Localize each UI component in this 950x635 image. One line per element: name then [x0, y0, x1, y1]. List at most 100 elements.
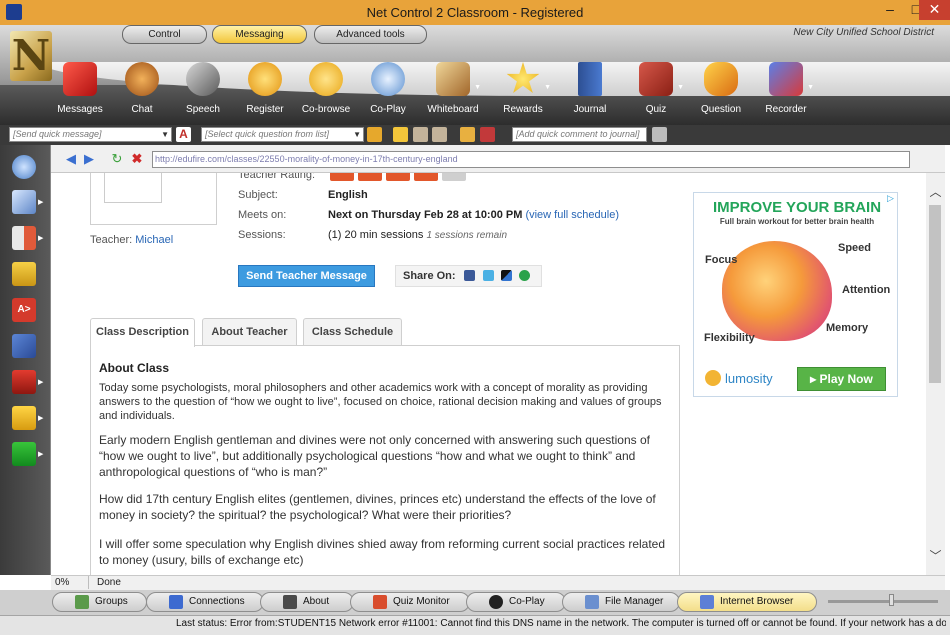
teacher-name-link[interactable]: Michael [135, 234, 173, 246]
chevron-right-icon[interactable]: ▶ [38, 414, 44, 422]
tool-co-browse[interactable]: Co-browse [294, 62, 358, 115]
tool-rewards[interactable]: Rewards ▼ [491, 62, 555, 115]
tool-journal[interactable]: Journal [558, 62, 622, 115]
tool-register[interactable]: Register [233, 62, 297, 115]
tab-internet-browser[interactable]: Internet Browser [677, 592, 817, 612]
scrollbar-thumb[interactable] [929, 205, 941, 383]
delicious-icon[interactable] [501, 270, 512, 281]
netcontrol-logo[interactable]: N [10, 31, 52, 81]
red-flag-icon[interactable] [12, 370, 36, 394]
tool-label: Speech [186, 104, 220, 115]
chevron-down-icon[interactable]: ▼ [807, 84, 814, 91]
chevron-down-icon[interactable]: ▼ [353, 128, 361, 141]
stumbleupon-icon[interactable] [519, 270, 530, 281]
monitor-icon[interactable] [12, 190, 36, 214]
chevron-right-icon[interactable]: ▶ [38, 198, 44, 206]
chevron-down-icon[interactable]: ▼ [677, 84, 684, 91]
reward-icon[interactable] [413, 127, 428, 142]
tab-advanced-tools[interactable]: Advanced tools [314, 25, 427, 44]
play-now-button[interactable]: ▸ Play Now [797, 367, 886, 391]
tool-quiz[interactable]: Quiz ▼ [624, 62, 688, 115]
lock-icon[interactable] [12, 262, 36, 286]
tool-question[interactable]: Question [689, 62, 753, 115]
address-bar[interactable]: http://edufire.com/classes/22550-moralit… [152, 151, 910, 168]
send-message-icon[interactable]: A [176, 127, 191, 142]
tab-file-manager[interactable]: File Manager [562, 592, 680, 612]
brain-image [722, 241, 832, 341]
refresh-icon[interactable] [12, 155, 36, 179]
tab-label: Connections [189, 596, 245, 607]
chevron-right-icon[interactable]: ▶ [38, 378, 44, 386]
ad-word-speed: Speed [838, 242, 872, 254]
scroll-up-icon[interactable]: ︿ [926, 183, 945, 200]
reward-icon[interactable] [432, 127, 447, 142]
load-progress: 0% [55, 577, 70, 588]
chevron-right-icon[interactable]: ▶ [38, 234, 44, 242]
forward-icon[interactable]: ▶ [82, 152, 96, 166]
chevron-down-icon[interactable]: ▼ [544, 84, 551, 91]
tab-messaging[interactable]: Messaging [212, 25, 307, 44]
send-teacher-message-button[interactable]: Send Teacher Message [238, 265, 375, 287]
tab-about[interactable]: About [260, 592, 354, 612]
zoom-slider-handle[interactable] [889, 594, 894, 606]
chevron-down-icon[interactable]: ▼ [474, 84, 481, 91]
tab-class-schedule[interactable]: Class Schedule [303, 318, 402, 345]
tab-connections[interactable]: Connections [146, 592, 264, 612]
tab-about-teacher[interactable]: About Teacher [202, 318, 297, 345]
play-now-label: Play Now [819, 372, 873, 386]
quick-comment-field[interactable]: [Add quick comment to journal] [512, 127, 647, 142]
paragraph: Today some psychologists, moral philosop… [99, 382, 662, 422]
zoom-slider[interactable] [828, 600, 938, 603]
layout-icon[interactable] [12, 226, 36, 250]
yellow-flag-icon[interactable] [12, 406, 36, 430]
question-icon [704, 62, 738, 96]
journal-icon [578, 62, 602, 96]
text-icon[interactable]: A> [12, 298, 36, 322]
chevron-down-icon[interactable]: ▼ [161, 128, 169, 141]
tool-label: Rewards [503, 104, 543, 115]
chevron-right-icon[interactable]: ▶ [38, 450, 44, 458]
tool-label: Question [700, 104, 742, 115]
last-status-text: Last status: Error from:STUDENT15 Networ… [176, 618, 946, 629]
tool-speech[interactable]: Speech [171, 62, 235, 115]
tab-quiz-monitor[interactable]: Quiz Monitor [350, 592, 470, 612]
quiz-monitor-icon [373, 595, 387, 609]
rating-mark [386, 173, 410, 181]
ask-question-icon[interactable] [367, 127, 382, 142]
hand-down-icon[interactable] [480, 127, 495, 142]
tool-label: Recorder [765, 104, 807, 115]
tool-co-play[interactable]: Co-Play [356, 62, 420, 115]
register-icon [248, 62, 282, 96]
hand-up-icon[interactable] [460, 127, 475, 142]
tool-recorder[interactable]: Recorder ▼ [754, 62, 818, 115]
tool-chat[interactable]: Chat [110, 62, 174, 115]
tab-class-description[interactable]: Class Description [90, 318, 195, 347]
quick-message-field[interactable]: [Send quick message] ▼ [9, 127, 172, 142]
ad-brand: lumosity [725, 371, 773, 386]
reward-star-icon[interactable] [393, 127, 408, 142]
scroll-down-icon[interactable]: ﹀ [926, 547, 945, 564]
tool-label: Journal [573, 104, 607, 115]
stop-icon[interactable]: ✖ [130, 152, 144, 166]
rating-mark [358, 173, 382, 181]
tab-co-play[interactable]: Co-Play [466, 592, 566, 612]
rating-mark [414, 173, 438, 181]
facebook-icon[interactable] [464, 270, 475, 281]
quick-question-field[interactable]: [Select quick question from list] ▼ [201, 127, 364, 142]
green-flag-icon[interactable] [12, 442, 36, 466]
shuffle-icon[interactable] [12, 334, 36, 358]
browser-status-bar [51, 575, 945, 590]
tab-groups[interactable]: Groups [52, 592, 147, 612]
tab-control[interactable]: Control [122, 25, 207, 44]
tool-messages[interactable]: Messages [48, 62, 112, 115]
refresh-icon[interactable]: ↻ [110, 152, 124, 166]
back-icon[interactable]: ◀ [64, 152, 78, 166]
quick-question-placeholder: [Select quick question from list] [205, 129, 330, 139]
view-schedule-link[interactable]: (view full schedule) [525, 209, 619, 221]
subject-label: Subject: [238, 189, 278, 201]
twitter-icon[interactable] [483, 270, 494, 281]
add-comment-icon[interactable] [652, 127, 667, 142]
close-button[interactable]: ✕ [919, 0, 950, 20]
tool-whiteboard[interactable]: Whiteboard ▼ [421, 62, 485, 115]
minimize-button[interactable]: – [877, 0, 903, 20]
